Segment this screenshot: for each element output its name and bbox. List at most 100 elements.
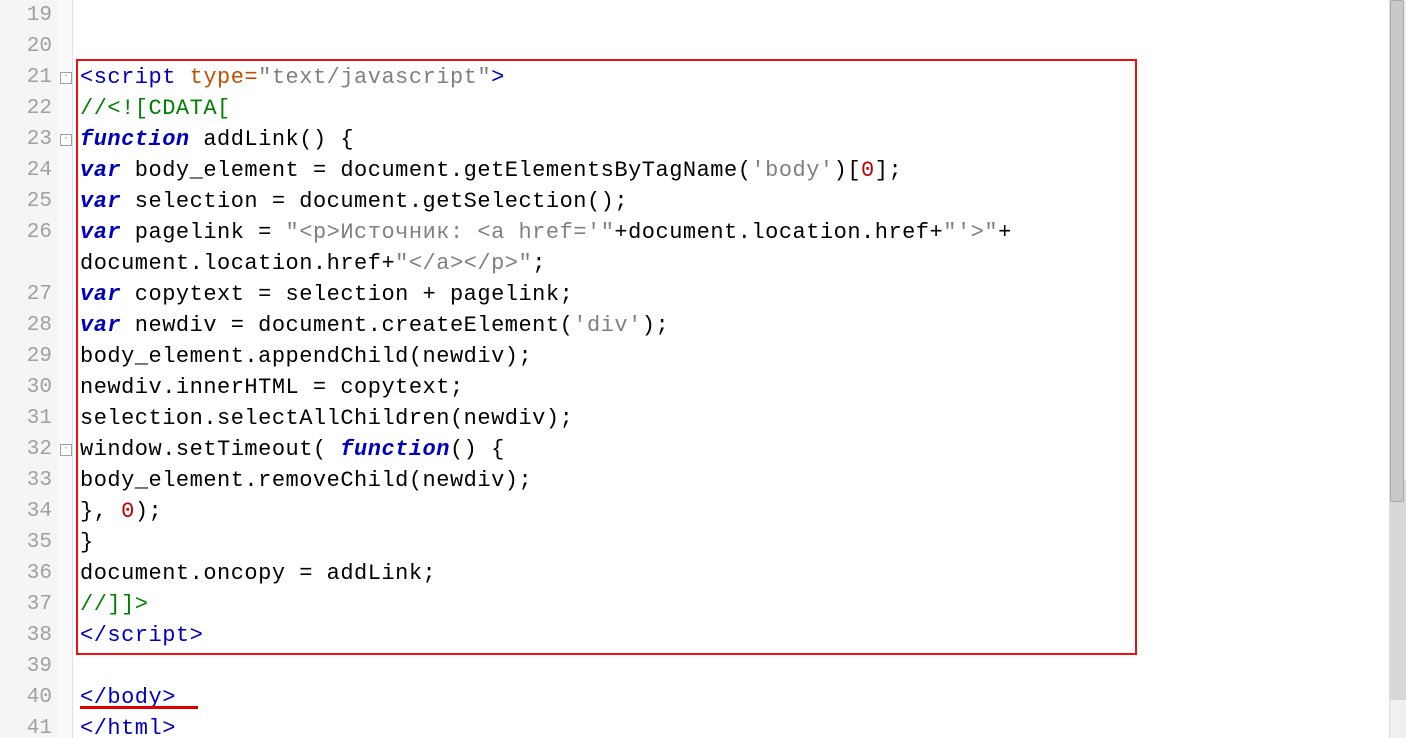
token-str: 'div' [573, 313, 642, 338]
code-line[interactable]: var selection = document.getSelection(); [80, 186, 1386, 217]
code-line[interactable]: } [80, 527, 1386, 558]
line-number: 30 [0, 372, 58, 403]
line-number: 20 [0, 31, 58, 62]
fold-toggle-icon[interactable]: - [60, 444, 72, 456]
token-kw: var [80, 220, 121, 245]
token-attr: type= [190, 65, 259, 90]
code-line[interactable]: </script> [80, 620, 1386, 651]
code-line[interactable]: <script type="text/javascript"> [80, 62, 1386, 93]
code-line[interactable] [80, 651, 1386, 682]
code-line[interactable]: selection.selectAllChildren(newdiv); [80, 403, 1386, 434]
code-line[interactable]: window.setTimeout( function() { [80, 434, 1386, 465]
token-plain: newdiv.innerHTML = copytext; [80, 375, 464, 400]
code-line[interactable]: function addLink() { [80, 124, 1386, 155]
line-number: 28 [0, 310, 58, 341]
line-number: 35 [0, 527, 58, 558]
token-str: "<p>Источник: <a href='" [286, 220, 615, 245]
line-number: 22 [0, 93, 58, 124]
token-plain: body_element.removeChild(newdiv); [80, 468, 532, 493]
code-line[interactable]: var pagelink = "<p>Источник: <a href='"+… [80, 217, 1386, 248]
line-number: 24 [0, 155, 58, 186]
token-tag: > [190, 623, 204, 648]
code-line[interactable]: var body_element = document.getElementsB… [80, 155, 1386, 186]
token-plain: pagelink = [121, 220, 285, 245]
token-str: "text/javascript" [258, 65, 491, 90]
token-num: 0 [861, 158, 875, 183]
token-plain: ]; [875, 158, 902, 183]
token-plain [80, 654, 94, 679]
token-str: "'>" [943, 220, 998, 245]
line-number: 21 [0, 62, 58, 93]
vertical-scrollbar[interactable] [1389, 0, 1406, 738]
code-line[interactable]: document.location.href+"</a></p>"; [80, 248, 1386, 279]
line-number: 31 [0, 403, 58, 434]
scrollbar-thumb[interactable] [1390, 0, 1404, 502]
token-str: 'body' [751, 158, 833, 183]
fold-toggle-icon[interactable]: - [60, 134, 72, 146]
token-plain: ); [135, 499, 162, 524]
code-editor: 1920212223242526272829303132333435363738… [0, 0, 1406, 738]
code-line[interactable]: document.oncopy = addLink; [80, 558, 1386, 589]
token-plain: newdiv = document.createElement( [121, 313, 573, 338]
line-number: 34 [0, 496, 58, 527]
scrollbar-overview-marker [1390, 480, 1406, 700]
code-line[interactable]: newdiv.innerHTML = copytext; [80, 372, 1386, 403]
code-line[interactable]: //]]> [80, 589, 1386, 620]
line-number: 26 [0, 217, 58, 248]
token-plain: body_element = document.getElementsByTag… [121, 158, 751, 183]
line-number: 19 [0, 0, 58, 31]
line-number: 25 [0, 186, 58, 217]
code-line[interactable] [80, 0, 1386, 31]
token-plain: ; [532, 251, 546, 276]
token-tag: > [491, 65, 505, 90]
line-number-gutter: 1920212223242526272829303132333435363738… [0, 0, 59, 738]
line-number: 27 [0, 279, 58, 310]
code-line[interactable]: //<![CDATA[ [80, 93, 1386, 124]
token-plain: +document.location.href+ [614, 220, 943, 245]
token-kw: var [80, 313, 121, 338]
token-plain [80, 34, 94, 59]
token-plain: + [998, 220, 1012, 245]
token-plain [80, 3, 94, 28]
token-tag: </html> [80, 716, 176, 738]
code-line[interactable]: body_element.appendChild(newdiv); [80, 341, 1386, 372]
token-plain: }, [80, 499, 121, 524]
line-number: 37 [0, 589, 58, 620]
token-plain: () { [450, 437, 505, 462]
code-line[interactable]: var copytext = selection + pagelink; [80, 279, 1386, 310]
code-line[interactable]: </body> [80, 682, 1386, 713]
fold-toggle-icon[interactable]: - [60, 72, 72, 84]
line-number: 33 [0, 465, 58, 496]
token-tag: <script [80, 65, 190, 90]
token-plain: selection.selectAllChildren(newdiv); [80, 406, 573, 431]
code-area[interactable]: <script type="text/javascript">//<![CDAT… [80, 0, 1386, 738]
token-plain: document.location.href+ [80, 251, 395, 276]
annotation-red-underline [80, 706, 198, 709]
code-line[interactable]: var newdiv = document.createElement('div… [80, 310, 1386, 341]
line-number: 38 [0, 620, 58, 651]
code-line[interactable] [80, 31, 1386, 62]
line-number: 23 [0, 124, 58, 155]
code-line[interactable]: }, 0); [80, 496, 1386, 527]
token-kw: var [80, 189, 121, 214]
line-number: 29 [0, 341, 58, 372]
token-plain: copytext = selection + pagelink; [121, 282, 573, 307]
line-number: 32 [0, 434, 58, 465]
token-kw: var [80, 282, 121, 307]
line-number: 39 [0, 651, 58, 682]
token-str: "</a></p>" [395, 251, 532, 276]
line-number: 41 [0, 713, 58, 738]
token-plain: )[ [834, 158, 861, 183]
token-plain: selection = document.getSelection(); [121, 189, 628, 214]
token-plain: window.setTimeout( [80, 437, 340, 462]
token-cmt: //]]> [80, 592, 149, 617]
token-plain: ); [642, 313, 669, 338]
token-kw: function [80, 127, 190, 152]
token-plain: } [80, 530, 94, 555]
token-plain: body_element.appendChild(newdiv); [80, 344, 532, 369]
code-line[interactable]: body_element.removeChild(newdiv); [80, 465, 1386, 496]
line-number: 40 [0, 682, 58, 713]
code-line[interactable]: </html> [80, 713, 1386, 738]
token-num: 0 [121, 499, 135, 524]
line-number [0, 248, 58, 279]
